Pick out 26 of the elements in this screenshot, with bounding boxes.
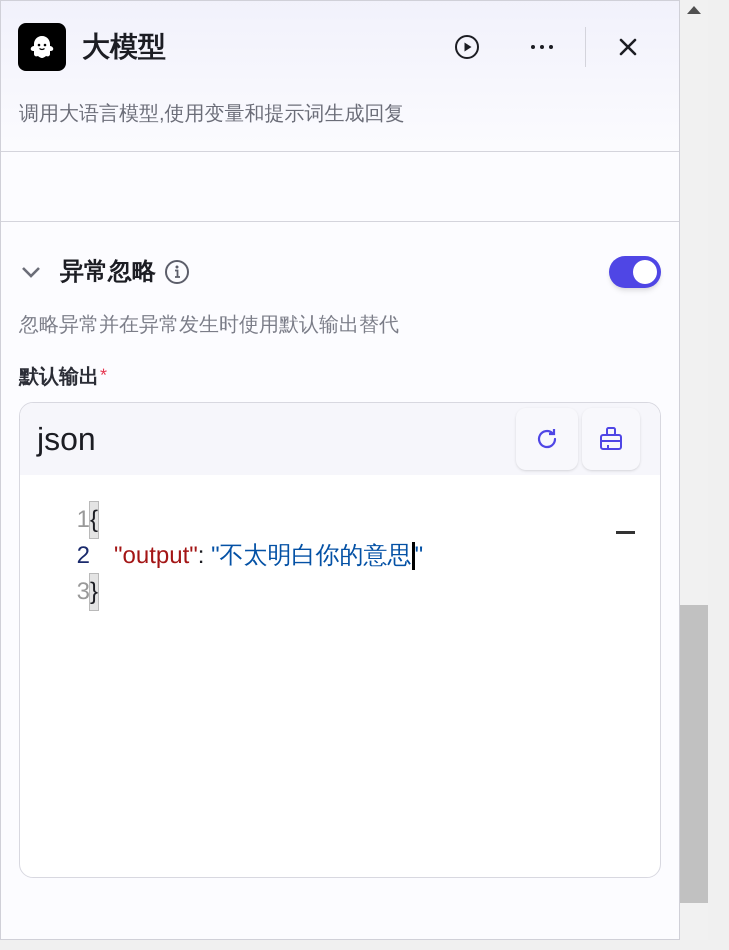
line-number: 1 [76, 505, 90, 535]
line-number: 3 [76, 577, 90, 607]
section-title: 异常忽略 [60, 257, 156, 287]
field-label: 默认输出 [19, 365, 99, 390]
refresh-icon[interactable] [516, 408, 578, 470]
code-token: : [198, 541, 206, 571]
line-number: 2 [76, 541, 90, 571]
code-token: { [90, 502, 98, 538]
panel-title: 大模型 [82, 30, 166, 64]
brush-icon[interactable] [582, 408, 640, 470]
code-token: "不太明白你的意思 [211, 541, 412, 571]
text-cursor [412, 542, 415, 570]
app-logo-icon [18, 23, 66, 71]
code-token: "output" [114, 541, 198, 571]
code-token: } [90, 574, 98, 610]
section-description: 忽略异常并在异常发生时使用默认输出替代 [19, 314, 399, 336]
scrollbar-thumb[interactable] [680, 605, 708, 903]
language-label: json [37, 420, 96, 459]
info-icon[interactable] [164, 259, 190, 285]
panel-description: 调用大语言模型,使用变量和提示词生成回复 [19, 102, 405, 127]
toggle-switch[interactable] [609, 256, 661, 288]
required-mark: * [100, 364, 108, 387]
code-editor[interactable]: json 1{ 2 "output": "不太明白你的意思" 3} [19, 402, 661, 878]
run-icon[interactable] [452, 32, 482, 62]
code-token: " [414, 541, 424, 571]
scroll-up-icon[interactable] [687, 6, 701, 14]
